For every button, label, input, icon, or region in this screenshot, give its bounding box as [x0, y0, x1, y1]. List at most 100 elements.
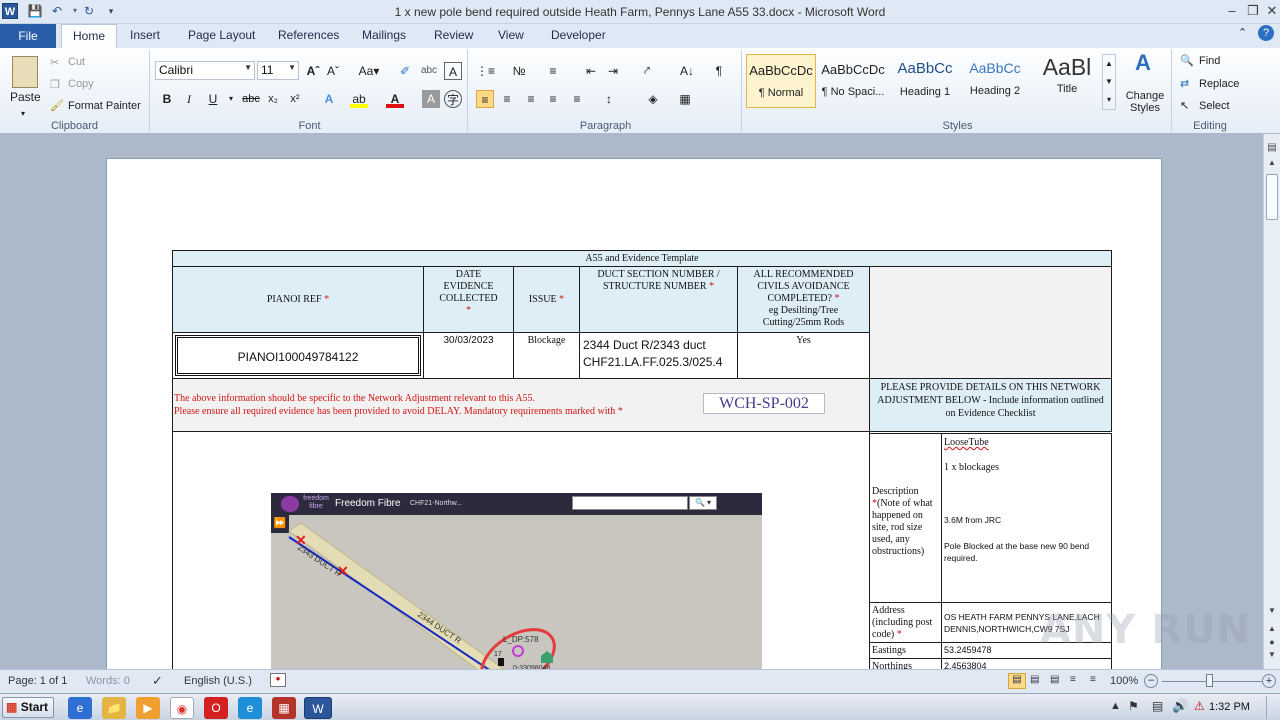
edge-icon[interactable]: e: [238, 697, 262, 719]
find-icon[interactable]: 🔍: [1180, 54, 1194, 67]
issue-value[interactable]: Blockage: [513, 332, 580, 379]
show-desktop-button[interactable]: [1266, 696, 1278, 719]
minimize-ribbon-icon[interactable]: ⌃: [1238, 26, 1247, 39]
volume-icon[interactable]: 🔊: [1172, 698, 1188, 714]
align-center-icon[interactable]: ≡: [498, 90, 516, 108]
select-icon[interactable]: ↖: [1180, 99, 1189, 112]
restore-icon[interactable]: ❐: [1243, 2, 1263, 20]
style-normal[interactable]: AaBbCcDc ¶ Normal: [746, 54, 816, 108]
security-alert-icon[interactable]: ⚠: [1194, 699, 1205, 713]
character-shading-icon[interactable]: A: [422, 90, 440, 108]
ruler-toggle-icon[interactable]: ▤: [1265, 142, 1279, 156]
scroll-thumb[interactable]: [1266, 174, 1278, 220]
browse-object-icon[interactable]: ●: [1265, 637, 1279, 649]
align-right-icon[interactable]: ≡: [522, 90, 540, 108]
description-value-cell[interactable]: LooseTube 1 x blockages 3.6M from JRC Po…: [941, 433, 1112, 603]
character-border-icon[interactable]: A: [444, 62, 462, 80]
paste-dropdown-icon[interactable]: ▾: [21, 109, 25, 118]
tab-insert[interactable]: Insert: [130, 28, 160, 42]
vertical-scrollbar[interactable]: ▤ ▲ ▼ ▲ ● ▼: [1263, 134, 1280, 669]
numbering-icon[interactable]: №: [510, 62, 528, 80]
shrink-font-icon[interactable]: Aˇ: [324, 62, 342, 80]
help-icon[interactable]: ?: [1258, 25, 1274, 41]
borders-icon[interactable]: ▦: [676, 90, 694, 108]
paste-button[interactable]: Paste: [10, 90, 41, 104]
asian-layout-icon[interactable]: ⤤: [638, 62, 656, 80]
tab-mailings[interactable]: Mailings: [362, 28, 406, 42]
show-hide-marks-icon[interactable]: ¶: [710, 62, 728, 80]
increase-indent-icon[interactable]: ⇥: [604, 62, 622, 80]
style-title[interactable]: AaBl Title: [1032, 54, 1102, 108]
map-screenshot[interactable]: freedom fibre Freedom Fibre CHF21-Northw…: [271, 493, 762, 669]
subscript-icon[interactable]: x₂: [264, 90, 282, 108]
outline-icon[interactable]: ≡: [1070, 674, 1076, 685]
underline-dropdown-icon[interactable]: ▾: [222, 90, 240, 108]
previous-page-icon[interactable]: ▲: [1265, 624, 1279, 636]
chrome-icon[interactable]: ◉: [170, 697, 194, 719]
northings-value[interactable]: 2.4563804: [941, 658, 1112, 669]
line-spacing-icon[interactable]: ↕: [600, 90, 618, 108]
tab-developer[interactable]: Developer: [551, 28, 606, 42]
distributed-icon[interactable]: ≡: [568, 90, 586, 108]
justify-icon[interactable]: ≡: [544, 90, 562, 108]
opera-icon[interactable]: O: [204, 697, 228, 719]
document-page[interactable]: A55 and Evidence Template PIANOI REF * D…: [106, 158, 1162, 669]
start-button[interactable]: ▦ Start: [2, 697, 54, 718]
tab-file[interactable]: File: [0, 24, 56, 48]
style-no-spacing[interactable]: AaBbCcDc ¶ No Spaci...: [818, 54, 888, 108]
word-count[interactable]: Words: 0: [86, 675, 130, 687]
font-name-combo[interactable]: Calibri ▼: [155, 61, 255, 80]
copy-button[interactable]: Copy: [68, 78, 94, 90]
find-button[interactable]: Find: [1199, 55, 1220, 67]
web-layout-icon[interactable]: ▤: [1050, 674, 1059, 685]
scroll-up-icon[interactable]: ▲: [1265, 158, 1279, 172]
civils-value[interactable]: Yes: [737, 332, 870, 379]
copy-icon[interactable]: ❐: [50, 78, 60, 91]
language[interactable]: English (U.S.): [184, 675, 252, 687]
ie-icon[interactable]: e: [68, 697, 92, 719]
proofing-icon[interactable]: ✓: [152, 673, 163, 689]
action-center-icon[interactable]: ⚑: [1128, 699, 1139, 713]
draft-icon[interactable]: ≡: [1090, 674, 1096, 685]
show-hidden-icons[interactable]: ▲: [1110, 700, 1121, 712]
pianoi-value[interactable]: PIANOI100049784122: [175, 335, 421, 376]
full-screen-reading-icon[interactable]: ▤: [1030, 674, 1039, 685]
zoom-out-icon[interactable]: –: [1144, 674, 1158, 688]
style-heading-2[interactable]: AaBbCc Heading 2: [960, 54, 1030, 108]
tab-review[interactable]: Review: [434, 28, 473, 42]
zoom-level[interactable]: 100%: [1110, 675, 1138, 687]
bullets-icon[interactable]: ⋮≡: [476, 62, 495, 80]
change-styles-icon[interactable]: A: [1130, 52, 1156, 80]
select-button[interactable]: Select: [1199, 100, 1230, 112]
ref-code-box[interactable]: WCH-SP-002: [703, 393, 825, 414]
tab-page-layout[interactable]: Page Layout: [188, 28, 255, 42]
format-painter-icon[interactable]: 🖌: [50, 99, 64, 112]
style-heading-1[interactable]: AaBbCc Heading 1: [890, 54, 960, 108]
scroll-down-icon[interactable]: ▼: [1265, 606, 1279, 620]
network-icon[interactable]: ▤: [1152, 699, 1163, 713]
close-icon[interactable]: ✕: [1262, 2, 1280, 20]
styles-scroll-icon[interactable]: ▲ ▼ ▾: [1102, 54, 1116, 110]
clock[interactable]: 1:32 PM: [1209, 701, 1250, 713]
sort-icon[interactable]: A↓: [678, 62, 696, 80]
media-player-icon[interactable]: ▶: [136, 697, 160, 719]
change-styles-button[interactable]: Change Styles: [1122, 90, 1168, 114]
clear-formatting-icon[interactable]: ✐: [396, 62, 414, 80]
text-effects-icon[interactable]: A: [320, 90, 338, 108]
underline-icon[interactable]: U: [204, 90, 222, 108]
change-case-icon[interactable]: Aa▾: [356, 62, 382, 80]
paste-icon[interactable]: [12, 56, 38, 88]
superscript-icon[interactable]: x²: [286, 90, 304, 108]
replace-icon[interactable]: ⇄: [1180, 77, 1189, 90]
cut-button[interactable]: Cut: [68, 56, 85, 68]
cut-icon[interactable]: ✂: [50, 56, 59, 69]
shading-icon[interactable]: ◈: [644, 90, 662, 108]
italic-icon[interactable]: I: [180, 90, 198, 108]
multilevel-list-icon[interactable]: ≡: [544, 62, 562, 80]
enclose-characters-icon[interactable]: 字: [444, 90, 462, 108]
app-icon[interactable]: ▦: [272, 697, 296, 719]
strikethrough-icon[interactable]: abc: [240, 90, 262, 108]
minimize-icon[interactable]: –: [1222, 2, 1242, 20]
highlight-icon[interactable]: ab: [350, 90, 368, 108]
phonetic-guide-icon[interactable]: abc: [420, 62, 438, 80]
